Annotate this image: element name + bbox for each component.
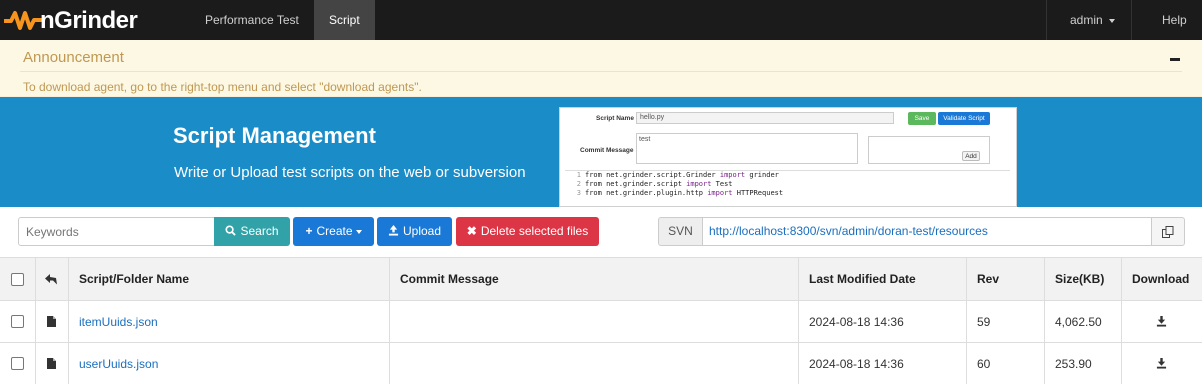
header-commit: Commit Message (389, 258, 798, 300)
file-icon (47, 316, 56, 327)
header-modified[interactable]: Last Modified Date (798, 258, 966, 300)
nav-divider (1046, 0, 1047, 40)
delete-selected-button[interactable]: ✖ Delete selected files (456, 217, 599, 246)
row-checkbox[interactable] (11, 315, 24, 328)
close-icon: ✖ (466, 224, 477, 238)
caret-down-icon (355, 229, 362, 234)
file-size: 253.90 (1044, 343, 1121, 384)
nav-performance-test[interactable]: Performance Test (190, 0, 314, 40)
user-menu[interactable]: admin (1055, 0, 1130, 40)
code-line: 3 from net.grinder.plugin.http import HTT… (576, 189, 784, 197)
brand-logo[interactable]: nGrinder (0, 0, 190, 40)
script-toolbar: Search +Create Upload ✖Delete selected f… (0, 207, 1202, 257)
nav-divider (1131, 0, 1132, 40)
file-type-cell (35, 343, 68, 384)
svn-label: SVN (658, 217, 703, 246)
code-line: 2 from net.grinder.script import Test (576, 180, 733, 188)
modified-date: 2024-08-18 14:36 (798, 343, 966, 384)
script-management-banner: Script Management Write or Upload test s… (0, 97, 1202, 207)
caret-down-icon (1109, 18, 1116, 23)
preview-validate-button: Validate Script (938, 112, 990, 125)
header-name[interactable]: Script/Folder Name (68, 258, 389, 300)
search-icon (225, 225, 237, 236)
file-name-link[interactable]: itemUuids.json (68, 301, 389, 342)
preview-code-editor: 1 from net.grinder.script.Grinder import … (565, 170, 1010, 207)
commit-message (389, 301, 798, 342)
row-checkbox[interactable] (11, 357, 24, 370)
preview-save-button: Save (908, 112, 936, 125)
parent-folder-cell (35, 258, 68, 300)
announcement-title: Announcement (23, 49, 124, 66)
preview-script-name-field: hello.py (636, 112, 894, 124)
download-icon[interactable] (1156, 358, 1167, 369)
revision: 59 (966, 301, 1044, 342)
download-cell (1121, 301, 1202, 342)
editor-preview-image: Script Name hello.py Save Validate Scrip… (559, 107, 1017, 207)
preview-commit-label: Commit Message (580, 147, 634, 154)
announcement-text: To download agent, go to the right-top m… (23, 80, 422, 94)
help-link[interactable]: Help (1147, 0, 1202, 40)
row-checkbox-cell (0, 343, 35, 384)
select-all-checkbox[interactable] (11, 272, 24, 286)
reply-icon[interactable] (45, 273, 57, 285)
code-line: 1 from net.grinder.script.Grinder import … (576, 171, 779, 179)
modified-date: 2024-08-18 14:36 (798, 301, 966, 342)
banner-title: Script Management (173, 123, 376, 148)
file-type-cell (35, 301, 68, 342)
ngrinder-logo-icon (4, 11, 44, 30)
preview-add-button: Add (962, 151, 980, 161)
collapse-icon[interactable] (1170, 58, 1180, 61)
upload-button[interactable]: Upload (377, 217, 452, 246)
copy-url-button[interactable] (1151, 217, 1185, 246)
file-name-link[interactable]: userUuids.json (68, 343, 389, 384)
header-download: Download (1121, 258, 1202, 300)
keyword-search-input[interactable] (18, 217, 215, 246)
file-size: 4,062.50 (1044, 301, 1121, 342)
table-row: itemUuids.json 2024-08-18 14:36 59 4,062… (0, 300, 1202, 342)
user-menu-label: admin (1070, 13, 1103, 27)
search-button[interactable]: Search (214, 217, 290, 246)
nav-script[interactable]: Script (314, 0, 375, 40)
preview-commit-field: test (636, 133, 858, 164)
announcement-panel: Announcement To download agent, go to th… (0, 40, 1202, 97)
svn-url-link[interactable]: http://localhost:8300/svn/admin/doran-te… (702, 217, 1152, 246)
copy-icon (1162, 226, 1174, 238)
preview-script-name-label: Script Name (596, 115, 634, 122)
upload-icon (388, 225, 399, 236)
plus-icon: + (305, 224, 313, 238)
file-icon (47, 358, 56, 369)
header-rev: Rev (966, 258, 1044, 300)
select-all-checkbox-cell (0, 258, 35, 300)
top-navbar: nGrinder Performance Test Script admin H… (0, 0, 1202, 40)
create-dropdown-button[interactable]: + Create (293, 217, 374, 246)
header-size[interactable]: Size(KB) (1044, 258, 1121, 300)
download-icon[interactable] (1156, 316, 1167, 327)
preview-extra-field: Add (868, 136, 990, 164)
download-cell (1121, 343, 1202, 384)
banner-subtitle: Write or Upload test scripts on the web … (174, 164, 526, 181)
table-header-row: Script/Folder Name Commit Message Last M… (0, 257, 1202, 300)
revision: 60 (966, 343, 1044, 384)
commit-message (389, 343, 798, 384)
brand-name: nGrinder (40, 7, 138, 34)
row-checkbox-cell (0, 301, 35, 342)
table-row: userUuids.json 2024-08-18 14:36 60 253.9… (0, 342, 1202, 384)
announcement-divider (20, 71, 1182, 72)
